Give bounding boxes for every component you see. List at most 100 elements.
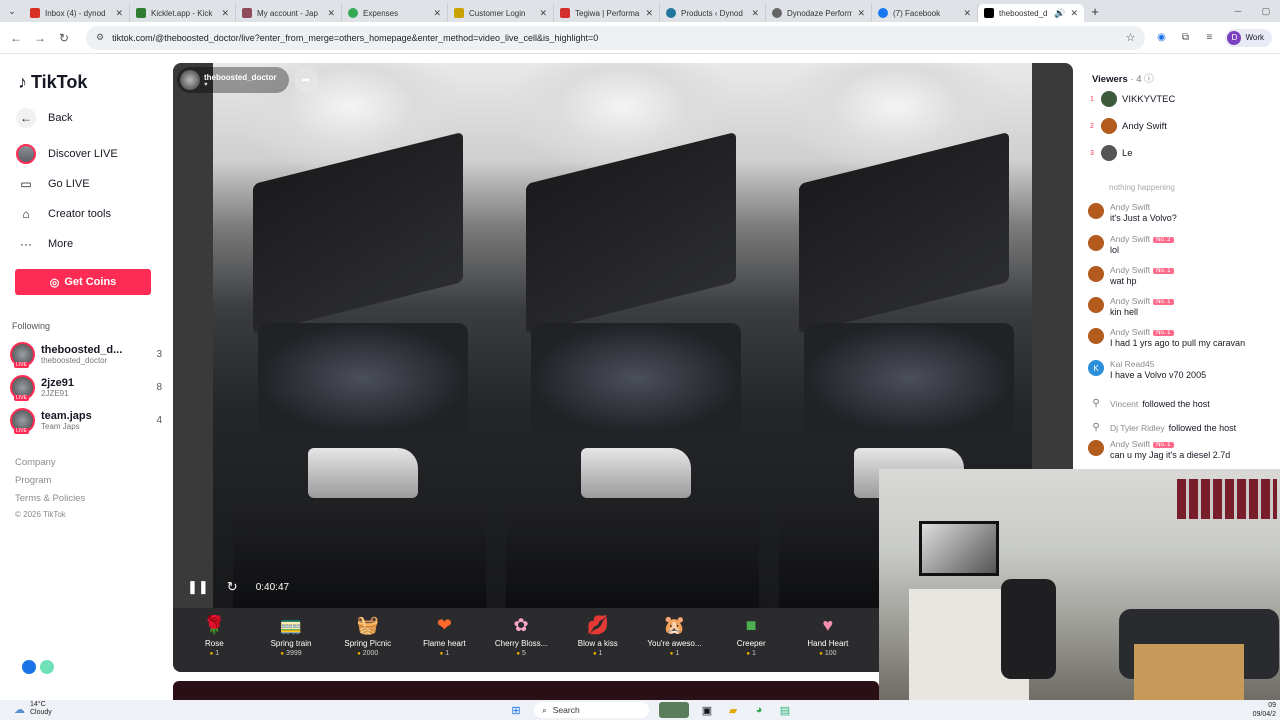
profile-button[interactable]: D Work xyxy=(1225,28,1272,47)
browser-tab[interactable]: Tegiwa | Performa ✕ xyxy=(554,4,660,22)
avatar xyxy=(1101,118,1117,134)
refresh-icon[interactable]: ↻ xyxy=(227,579,238,595)
back-arrow-icon[interactable]: ← xyxy=(8,31,24,45)
footer-link-terms[interactable]: Terms & Policies xyxy=(15,493,85,504)
tab-close-icon[interactable]: ✕ xyxy=(539,8,547,19)
back-button[interactable]: ← Back xyxy=(16,108,72,128)
chrome-icon[interactable]: ◕ xyxy=(751,702,767,718)
tab-close-icon[interactable]: ✕ xyxy=(433,8,441,19)
faded-message: nothing happening xyxy=(1109,183,1175,192)
task-view-icon[interactable]: ▣ xyxy=(699,702,715,718)
tab-audio-icon[interactable]: 🔊 xyxy=(1054,8,1065,19)
browser-tab[interactable]: Dynodaze Perform ✕ xyxy=(766,4,872,22)
avatar[interactable] xyxy=(1088,297,1104,313)
host-name: theboosted_doctor xyxy=(204,72,277,82)
browser-tab[interactable]: Products ‹ Dynod ✕ xyxy=(660,4,766,22)
minimize-icon[interactable]: ─ xyxy=(1224,0,1252,22)
more-link[interactable]: ··· More xyxy=(16,234,73,254)
top-viewer[interactable]: 2 Andy Swift xyxy=(1090,118,1167,134)
gift-item[interactable]: 🚃Spring train3999 xyxy=(253,608,330,672)
tab-search-icon[interactable]: ⌄ xyxy=(0,0,24,22)
share-icon[interactable]: ➦ xyxy=(294,68,318,92)
taskbar-search[interactable]: ⌕ Search xyxy=(534,702,649,718)
live-badge: LIVE xyxy=(14,395,29,401)
tab-close-icon[interactable]: ✕ xyxy=(1070,8,1078,19)
info-icon[interactable]: ⓘ xyxy=(1144,74,1154,85)
gift-item[interactable]: 💋Blow a kiss1 xyxy=(559,608,636,672)
tab-close-icon[interactable]: ✕ xyxy=(857,8,865,19)
tab-favicon-icon xyxy=(878,8,888,18)
reload-icon[interactable]: ↻ xyxy=(56,31,72,45)
get-coins-button[interactable]: ◎ Get Coins xyxy=(15,269,151,295)
windows-start-icon[interactable]: ⊞ xyxy=(508,702,524,718)
tab-close-icon[interactable]: ✕ xyxy=(221,8,229,19)
avatar[interactable] xyxy=(1088,235,1104,251)
office-chair xyxy=(1001,579,1056,679)
extension-icon[interactable]: ◉ xyxy=(1153,30,1169,46)
gift-item[interactable]: 🐹You're aweso...1 xyxy=(636,608,713,672)
tab-close-icon[interactable]: ✕ xyxy=(963,8,971,19)
avatar[interactable] xyxy=(1088,203,1104,219)
app-icon[interactable] xyxy=(40,660,54,674)
media-control-icon[interactable]: ≡ xyxy=(1201,30,1217,46)
gift-item[interactable]: ■Creeper1 xyxy=(713,608,790,672)
following-item[interactable]: LIVE 2jze91 2JZE91 8 xyxy=(10,375,162,401)
tab-close-icon[interactable]: ✕ xyxy=(115,8,123,19)
following-item[interactable]: LIVE theboosted_d... theboosted_doctor 3 xyxy=(10,342,162,368)
next-live-preview[interactable] xyxy=(173,681,879,700)
discover-live-link[interactable]: Discover LIVE xyxy=(16,144,118,164)
profile-label: Work xyxy=(1245,33,1264,42)
url-text[interactable]: tiktok.com/@theboosted_doctor/live?enter… xyxy=(112,33,1118,43)
avatar[interactable] xyxy=(1088,328,1104,344)
tab-close-icon[interactable]: ✕ xyxy=(751,8,759,19)
new-tab-button[interactable]: + xyxy=(1084,4,1106,19)
following-item[interactable]: LIVE team.japs Team Japs 4 xyxy=(10,408,162,434)
top-viewer[interactable]: 3 Le xyxy=(1090,145,1133,161)
file-explorer-icon[interactable]: ▰ xyxy=(725,702,741,718)
browser-tab[interactable]: Inbox (4) - dynod ✕ xyxy=(24,4,130,22)
follow-user-icon: ⚲ xyxy=(1092,397,1100,409)
viewers-heading: Viewers · 4 ⓘ xyxy=(1092,74,1154,85)
following-handle: 2JZE91 xyxy=(41,389,69,398)
chat-message: Andy Swift No. 1I had 1 yrs ago to pull m… xyxy=(1088,327,1278,348)
app-icon[interactable] xyxy=(22,660,36,674)
app-thumbnail-icon[interactable] xyxy=(659,702,689,718)
pause-icon[interactable]: ❚❚ xyxy=(187,579,209,595)
browser-tab[interactable]: (7) Facebook ✕ xyxy=(872,4,978,22)
address-bar[interactable]: ⚙ tiktok.com/@theboosted_doctor/live?ent… xyxy=(86,25,1146,50)
go-live-link[interactable]: ▭ Go LIVE xyxy=(16,174,89,194)
avatar[interactable] xyxy=(1088,266,1104,282)
live-badge: LIVE xyxy=(14,428,29,434)
bookmark-star-icon[interactable]: ☆ xyxy=(1126,31,1136,44)
browser-tab[interactable]: My account - Jap ✕ xyxy=(236,4,342,22)
gift-item[interactable]: ❤Flame heart1 xyxy=(406,608,483,672)
video-frame xyxy=(486,63,759,608)
extensions-puzzle-icon[interactable]: ⧉ xyxy=(1177,30,1193,46)
gift-item[interactable]: ✿Cherry Bloss...5 xyxy=(483,608,560,672)
gift-item[interactable]: 🌹Rose1 xyxy=(176,608,253,672)
browser-tab[interactable]: Kicklet.app - Kick ✕ xyxy=(130,4,236,22)
site-info-icon[interactable]: ⚙ xyxy=(96,32,104,43)
footer-link-program[interactable]: Program xyxy=(15,475,51,486)
gift-item[interactable]: 🧺Spring Picnic2000 xyxy=(329,608,406,672)
weather-widget[interactable]: ☁ 14°C Cloudy xyxy=(14,701,52,717)
browser-tab[interactable]: Customer Login ✕ xyxy=(448,4,554,22)
tab-close-icon[interactable]: ✕ xyxy=(645,8,653,19)
system-clock[interactable]: 09 09/04/2 xyxy=(1253,701,1276,719)
footer-link-company[interactable]: Company xyxy=(15,457,56,468)
avatar[interactable]: K xyxy=(1088,360,1104,376)
tiktok-logo[interactable]: ♪ TikTok xyxy=(18,72,87,93)
avatar[interactable] xyxy=(1088,440,1104,456)
following-handle: theboosted_doctor xyxy=(41,356,108,365)
tab-close-icon[interactable]: ✕ xyxy=(327,8,335,19)
browser-tab[interactable]: Expenses ✕ xyxy=(342,4,448,22)
host-chip[interactable]: theboosted_doctor ♥ xyxy=(177,67,289,93)
gift-item[interactable]: ♥Hand Heart100 xyxy=(790,608,867,672)
back-arrow-icon: ← xyxy=(16,108,36,128)
forward-arrow-icon[interactable]: → xyxy=(32,31,48,45)
top-viewer[interactable]: 1 VIKKYVTEC xyxy=(1090,91,1175,107)
browser-tab-active[interactable]: theboosted_d 🔊 ✕ xyxy=(978,4,1084,22)
maximize-icon[interactable]: ▢ xyxy=(1252,0,1280,22)
creator-tools-link[interactable]: ⌂ Creator tools xyxy=(16,204,111,224)
app-icon[interactable]: ▤ xyxy=(777,702,793,718)
